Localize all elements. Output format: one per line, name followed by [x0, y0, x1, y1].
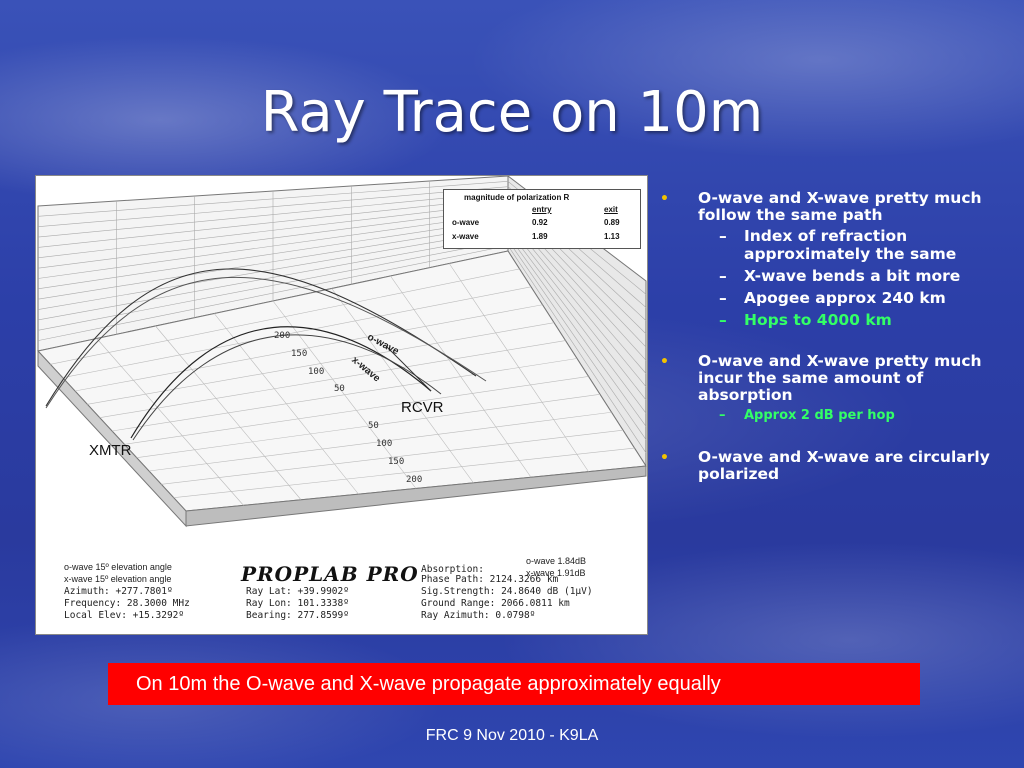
bullet-dot-icon: •	[660, 450, 669, 466]
bullet-dot-icon: •	[660, 191, 669, 207]
range-tick: 50	[368, 421, 379, 431]
height-tick: 100	[308, 367, 325, 377]
height-tick: 200	[274, 331, 291, 341]
sub-bullet-item: – Hops to 4000 km	[660, 311, 1000, 329]
legend-col-entry: entry	[532, 205, 552, 214]
dash-icon: –	[719, 227, 727, 245]
sub-bullet-item: – Apogee approx 240 km	[660, 289, 1000, 307]
bullet-text: O-wave and X-wave are circularly polariz…	[698, 448, 990, 483]
readout-ray-lat: Ray Lat: +39.9902º	[246, 586, 349, 597]
legend-row-entry: 0.92	[532, 218, 548, 227]
elevation-x: x-wave 15º elevation angle	[64, 574, 172, 584]
bullet-text: O-wave and X-wave pretty much incur the …	[698, 352, 982, 404]
rcvr-label: RCVR	[401, 399, 444, 416]
readout-ray-lon: Ray Lon: 101.3338º	[246, 598, 349, 609]
dash-icon: –	[719, 289, 727, 307]
readout-ground-range: Ground Range: 2066.0811 km	[421, 598, 570, 609]
readout-sig-strength: Sig.Strength: 24.8640 dB (1µV)	[421, 586, 593, 597]
bullet-dot-icon: •	[660, 354, 669, 370]
bullet-list: • O-wave and X-wave pretty much follow t…	[660, 190, 1000, 483]
legend-row-name: x-wave	[452, 232, 479, 241]
range-tick: 100	[376, 439, 393, 449]
sub-bullet-text: Apogee approx 240 km	[744, 289, 946, 307]
proplab-logo: PROPLAB PRO	[241, 562, 419, 586]
sub-list: – Approx 2 dB per hop	[698, 407, 1000, 425]
readout-azimuth: Azimuth: +277.7801º	[64, 586, 173, 597]
sub-bullet-item: – Approx 2 dB per hop	[660, 407, 1000, 425]
readout-panel: o-wave 15º elevation angle x-wave 15º el…	[36, 544, 649, 636]
height-tick: 50	[334, 384, 345, 394]
absorption-o: o-wave 1.84dB	[526, 556, 587, 566]
height-tick: 150	[291, 349, 308, 359]
xmtr-label: XMTR	[89, 442, 132, 459]
sub-bullet-text: Index of refraction approximately the sa…	[744, 227, 957, 263]
readout-ray-azimuth: Ray Azimuth: 0.0798º	[421, 610, 536, 621]
dash-icon: –	[719, 408, 726, 423]
range-tick: 200	[406, 475, 423, 485]
sub-bullet-text: Approx 2 dB per hop	[744, 408, 895, 423]
dash-icon: –	[719, 311, 727, 329]
legend-row-exit: 1.13	[604, 232, 620, 241]
sub-list: – Index of refraction approximately the s…	[698, 227, 1000, 329]
readout-local-elev: Local Elev: +15.3292º	[64, 610, 185, 621]
dash-icon: –	[719, 267, 727, 285]
legend-row-entry: 1.89	[532, 232, 548, 241]
legend-row-name: o-wave	[452, 218, 480, 227]
slide-footer: FRC 9 Nov 2010 - K9LA	[425, 727, 599, 744]
bullet-item: • O-wave and X-wave pretty much follow t…	[660, 190, 1000, 224]
polarization-legend: magnitude of polarization R entry exit o…	[443, 189, 641, 249]
range-tick: 150	[388, 457, 405, 467]
ray-trace-figure: magnitude of polarization R entry exit o…	[35, 175, 648, 635]
sub-bullet-text: X-wave bends a bit more	[744, 267, 961, 285]
legend-row-exit: 0.89	[604, 218, 620, 227]
slide-title: Ray Trace on 10m	[260, 80, 764, 145]
bullet-text: O-wave and X-wave pretty much follow the…	[698, 189, 982, 224]
summary-banner: On 10m the O-wave and X-wave propagate a…	[108, 663, 920, 705]
readout-frequency: Frequency: 28.3000 MHz	[64, 598, 190, 609]
bullet-item: • O-wave and X-wave pretty much incur th…	[660, 353, 1000, 404]
readout-bearing: Bearing: 277.8599º	[246, 610, 349, 621]
sub-bullet-item: – Index of refraction approximately the s…	[660, 227, 1000, 263]
legend-col-exit: exit	[604, 205, 618, 214]
sub-bullet-text: Hops to 4000 km	[744, 311, 892, 329]
legend-title: magnitude of polarization R	[464, 193, 570, 202]
readout-phase-path: Phase Path: 2124.3266 km	[421, 574, 559, 585]
elevation-o: o-wave 15º elevation angle	[64, 562, 172, 572]
sub-bullet-item: – X-wave bends a bit more	[660, 267, 1000, 285]
bullet-item: • O-wave and X-wave are circularly polar…	[660, 449, 1000, 483]
